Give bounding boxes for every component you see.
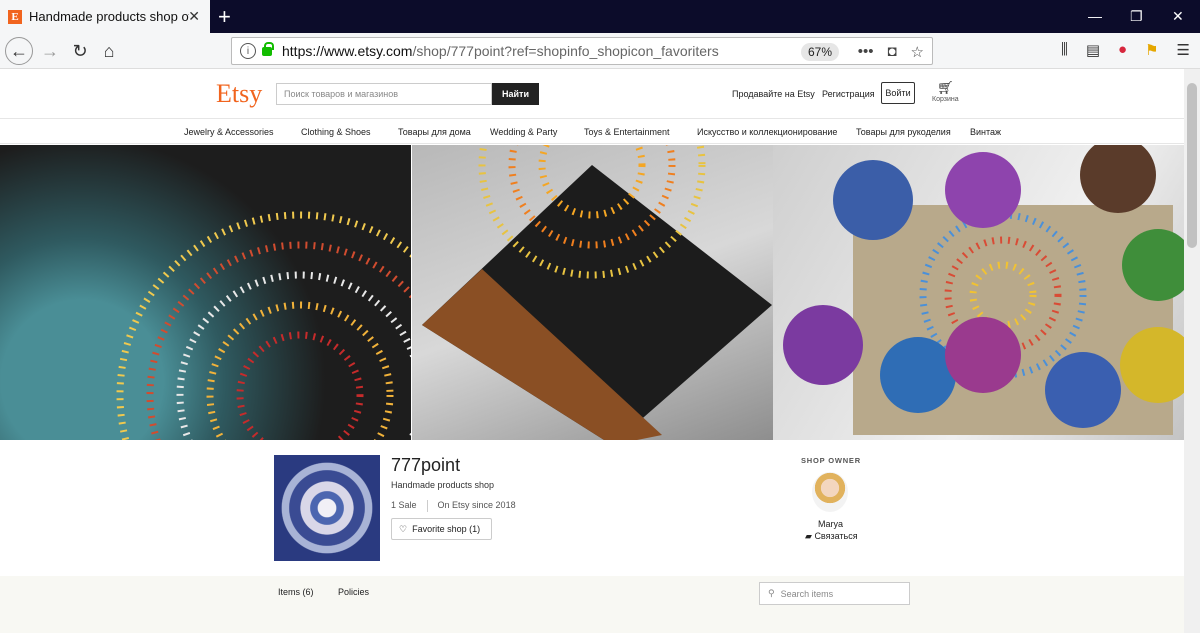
- search-icon: ⚲: [768, 588, 775, 598]
- browser-nav-bar: ← → ↻ ⌂ i https://www.etsy.com/shop/777p…: [0, 33, 1200, 69]
- addon-icon[interactable]: ●: [1118, 41, 1127, 59]
- etsy-logo[interactable]: Etsy: [216, 79, 262, 109]
- category-link[interactable]: Jewelry & Accessories: [184, 127, 274, 137]
- search-button[interactable]: Найти: [492, 83, 539, 105]
- scrollbar-thumb[interactable]: [1187, 83, 1197, 248]
- category-link[interactable]: Товары для дома: [398, 127, 471, 137]
- shop-name: 777point: [391, 455, 461, 475]
- zoom-indicator[interactable]: 67%: [801, 43, 840, 61]
- contact-label: Связаться: [814, 531, 858, 541]
- signin-button[interactable]: Войти: [881, 82, 915, 104]
- restore-icon[interactable]: ❐: [1130, 8, 1143, 25]
- heart-icon: ♡: [399, 523, 408, 534]
- category-link[interactable]: Винтаж: [970, 127, 1001, 137]
- category-link[interactable]: Toys & Entertainment: [584, 127, 670, 137]
- url-text[interactable]: https://www.etsy.com/shop/777point?ref=s…: [282, 43, 719, 59]
- favorite-shop-label: Favorite shop (1): [412, 524, 481, 534]
- banner-image-painted-stones: [773, 145, 1184, 440]
- shop-icon-image[interactable]: [274, 455, 380, 561]
- library-icon[interactable]: ⫼: [1061, 41, 1068, 59]
- bookmark-flag-icon[interactable]: ⚑: [1145, 41, 1158, 59]
- etsy-favicon-icon: E: [8, 9, 22, 24]
- owner-avatar[interactable]: [812, 472, 848, 512]
- sell-link[interactable]: Продавайте на Etsy: [732, 89, 815, 99]
- shop-banner: [0, 145, 1184, 440]
- category-nav: Jewelry & Accessories Clothing & Shoes Т…: [0, 119, 1200, 144]
- message-icon: ▰: [805, 531, 812, 541]
- favorite-shop-button[interactable]: ♡ Favorite shop (1): [391, 518, 492, 540]
- category-link[interactable]: Товары для рукоделия: [856, 127, 951, 137]
- contact-owner-link[interactable]: ▰ Связаться: [805, 531, 858, 542]
- forward-icon[interactable]: →: [38, 39, 62, 63]
- new-tab-icon[interactable]: +: [218, 4, 231, 30]
- cart-button[interactable]: 🛒︎ Корзина: [932, 80, 959, 103]
- category-link[interactable]: Искусство и коллекционирование: [697, 127, 837, 137]
- close-tab-icon[interactable]: ✕: [188, 8, 200, 25]
- home-icon[interactable]: ⌂: [97, 39, 121, 63]
- register-link[interactable]: Регистрация: [822, 89, 875, 99]
- etsy-header: Etsy Поиск товаров и магазинов Найти Про…: [0, 69, 1200, 119]
- cart-label: Корзина: [932, 96, 959, 103]
- search-input[interactable]: Поиск товаров и магазинов: [276, 83, 492, 105]
- browser-tab[interactable]: E Handmade products shop от 7 ✕: [0, 0, 210, 33]
- cart-icon: 🛒︎: [937, 80, 954, 95]
- category-link[interactable]: Clothing & Shoes: [301, 127, 371, 137]
- page-actions-icon[interactable]: •••: [858, 43, 874, 61]
- back-icon[interactable]: ←: [5, 37, 33, 65]
- info-icon[interactable]: i: [240, 43, 256, 59]
- close-window-icon[interactable]: ✕: [1172, 8, 1184, 25]
- menu-icon[interactable]: ☰: [1177, 41, 1190, 59]
- shop-tagline: Handmade products shop: [391, 480, 495, 490]
- tab-items[interactable]: Items (6): [278, 587, 314, 597]
- category-link[interactable]: Wedding & Party: [490, 127, 557, 137]
- lock-icon: [262, 41, 274, 56]
- shop-tabs-bar: Items (6) Policies ⚲ Search items: [0, 576, 1184, 633]
- reload-icon[interactable]: ↻: [68, 39, 92, 63]
- browser-tab-bar: E Handmade products shop от 7 ✕ + — ❐ ✕: [0, 0, 1200, 33]
- tab-policies[interactable]: Policies: [338, 587, 369, 597]
- minimize-icon[interactable]: —: [1088, 8, 1102, 24]
- shop-owner-heading: SHOP OWNER: [801, 456, 861, 465]
- tab-title: Handmade products shop от 7: [29, 9, 189, 24]
- pocket-icon[interactable]: ◘: [887, 43, 896, 61]
- shop-search-input[interactable]: ⚲ Search items: [759, 582, 910, 605]
- sidebar-icon[interactable]: ▤: [1086, 41, 1100, 59]
- divider: [426, 500, 428, 512]
- bookmark-star-icon[interactable]: ☆: [911, 43, 924, 61]
- member-since: On Etsy since 2018: [437, 500, 516, 510]
- shop-meta: 1 Sale On Etsy since 2018: [391, 500, 516, 512]
- banner-image-phone-case: [0, 145, 411, 440]
- address-bar[interactable]: i https://www.etsy.com/shop/777point?ref…: [231, 37, 933, 65]
- sales-count[interactable]: 1 Sale: [391, 500, 417, 512]
- shop-search-placeholder: Search items: [780, 588, 834, 599]
- banner-image-notebook: [412, 145, 773, 440]
- owner-name[interactable]: Marya: [818, 519, 843, 529]
- page-scrollbar[interactable]: [1184, 69, 1200, 633]
